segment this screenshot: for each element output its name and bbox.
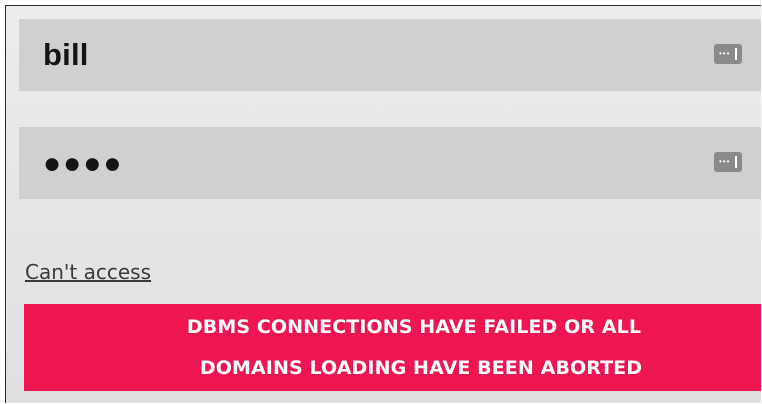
login-panel: bill ••• ●●●● ••• Can't access DBMS CONN… xyxy=(5,5,761,403)
username-value[interactable]: bill xyxy=(43,19,89,91)
password-value[interactable]: ●●●● xyxy=(43,127,123,199)
password-field[interactable]: ●●●● ••• xyxy=(19,127,761,199)
cant-access-link[interactable]: Can't access xyxy=(25,260,151,284)
error-message-line-1: DBMS CONNECTIONS HAVE FAILED OR ALL xyxy=(186,316,642,338)
error-message-line-2: DOMAINS LOADING HAVE BEEN ABORTED xyxy=(199,357,643,379)
username-field[interactable]: bill ••• xyxy=(19,19,761,91)
error-banner: DBMS CONNECTIONS HAVE FAILED OR ALL DOMA… xyxy=(24,304,761,391)
password-manager-key-icon[interactable]: ••• xyxy=(714,152,742,172)
password-manager-key-icon[interactable]: ••• xyxy=(714,44,742,64)
